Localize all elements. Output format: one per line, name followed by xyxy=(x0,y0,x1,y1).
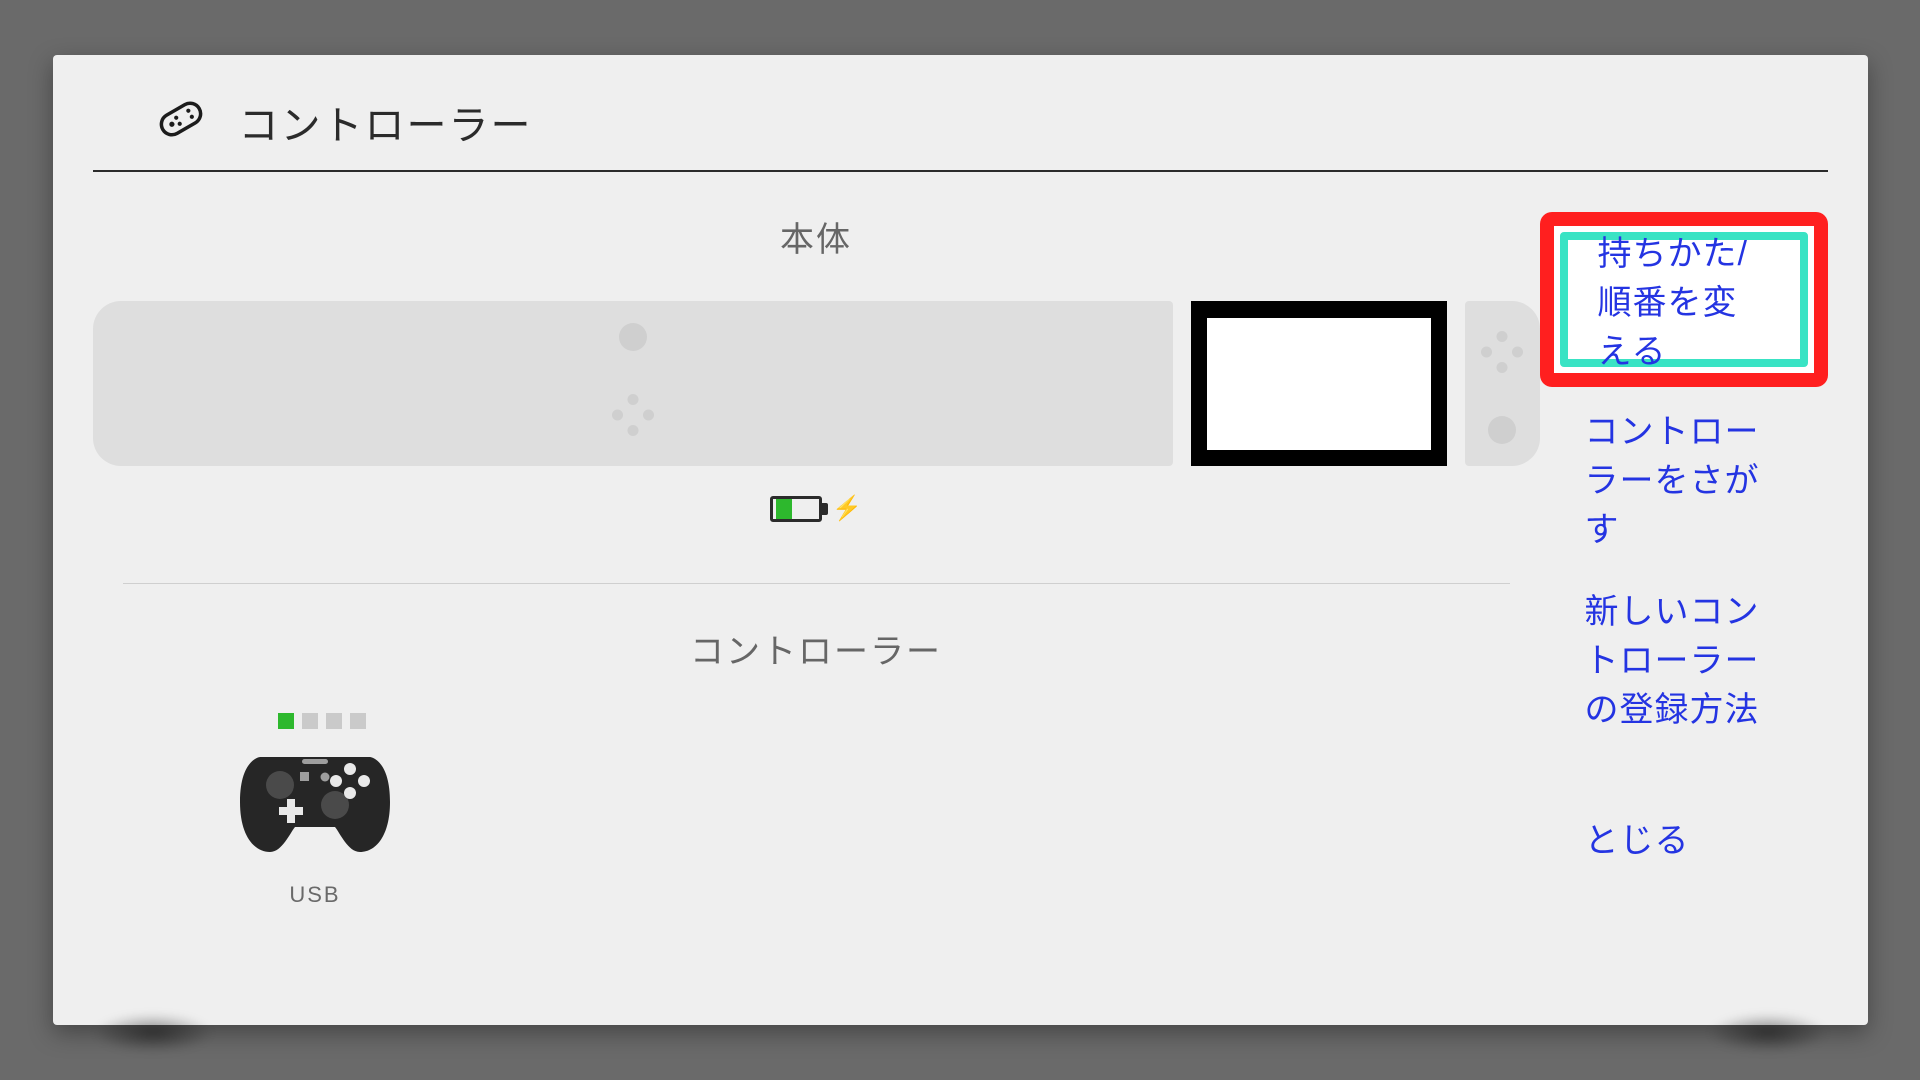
window-shadow xyxy=(1708,1013,1828,1053)
console-section-title: 本体 xyxy=(93,212,1540,261)
battery-icon xyxy=(770,496,822,522)
console-tablet-icon xyxy=(1191,301,1447,466)
menu-panel: 持ちかた/順番を変える コントローラーをさがす 新しいコントローラーの登録方法 … xyxy=(1540,172,1828,1012)
controllers-menu: 持ちかた/順番を変える コントローラーをさがす 新しいコントローラーの登録方法 … xyxy=(1540,212,1828,927)
menu-item-label: とじる xyxy=(1585,813,1690,862)
page-title: コントローラー xyxy=(239,93,533,151)
menu-change-grip-order[interactable]: 持ちかた/順番を変える xyxy=(1540,212,1828,387)
controllers-section-title: コントローラー xyxy=(93,624,1540,673)
player-indicator-lights xyxy=(278,713,1540,729)
menu-find-controllers[interactable]: コントローラーをさがす xyxy=(1540,387,1828,567)
section-divider xyxy=(123,583,1510,584)
controllers-status-panel: 本体 ⚡ コントローラー xyxy=(93,172,1540,1012)
joycon-left-icon xyxy=(93,301,1173,466)
controller-icon xyxy=(153,91,209,152)
menu-close[interactable]: とじる xyxy=(1540,747,1828,927)
charging-icon: ⚡ xyxy=(832,494,862,523)
controllers-settings-window: コントローラー 本体 ⚡ xyxy=(53,55,1868,1025)
menu-pair-new-controller[interactable]: 新しいコントローラーの登録方法 xyxy=(1540,567,1828,747)
controller-1: USB xyxy=(238,747,393,908)
menu-item-label: コントローラーをさがす xyxy=(1585,404,1783,551)
menu-item-label: 持ちかた/順番を変える xyxy=(1598,226,1770,373)
controller-connection-label: USB xyxy=(289,882,340,908)
menu-item-label: 新しいコントローラーの登録方法 xyxy=(1585,584,1783,731)
console-illustration xyxy=(93,301,1540,466)
header: コントローラー xyxy=(93,85,1828,172)
window-shadow xyxy=(93,1013,213,1053)
console-battery-status: ⚡ xyxy=(93,494,1540,523)
joycon-right-icon xyxy=(1465,301,1540,466)
pro-controller-icon xyxy=(240,747,390,862)
